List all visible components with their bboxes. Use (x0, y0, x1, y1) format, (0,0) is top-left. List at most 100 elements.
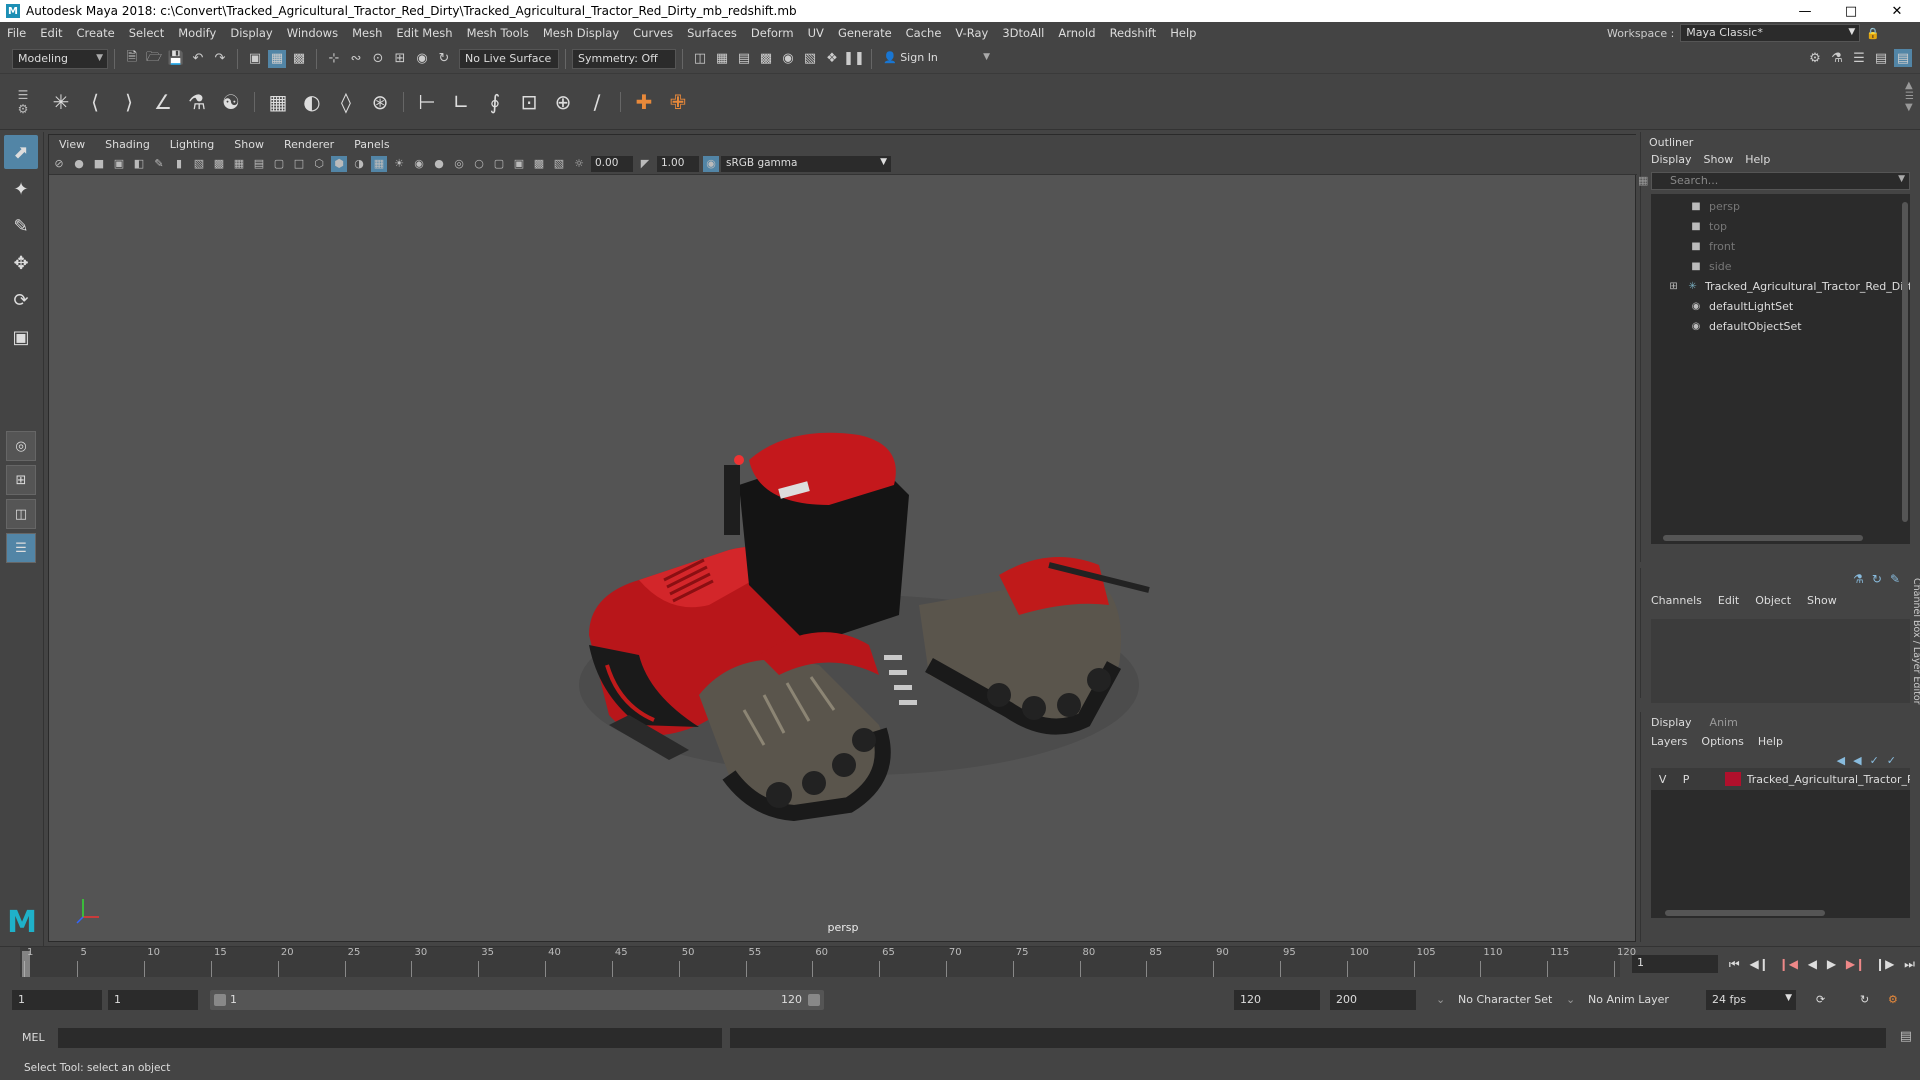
modeling-toolkit-icon[interactable]: ⚙ (1806, 49, 1824, 67)
new-layer-icon[interactable]: ✓ (1887, 754, 1896, 767)
textured-icon[interactable]: ▦ (371, 155, 387, 172)
render-setup-icon[interactable]: ▧ (801, 50, 819, 68)
wireframe-icon[interactable]: ⬡ (311, 156, 327, 172)
channel-edit-icon[interactable]: ✎ (1890, 572, 1900, 586)
go-to-start-icon[interactable]: ⏮ (1729, 957, 1740, 972)
menu-arnold[interactable]: Arnold (1051, 26, 1102, 40)
select-object-icon[interactable]: ▦ (268, 49, 286, 68)
current-frame-field[interactable]: 1 (1632, 955, 1718, 973)
shadows-icon[interactable]: ☀ (391, 156, 407, 172)
sign-in-dropdown[interactable]: 👤 Sign In ▼ (878, 48, 994, 69)
snap-grid-icon[interactable]: ⊹ (325, 50, 343, 68)
remove-locator-icon[interactable]: ✙ (663, 87, 693, 117)
menu-vray[interactable]: V-Ray (948, 26, 995, 40)
animation-prefs-icon[interactable]: ⚙ (1888, 993, 1898, 1006)
play-backwards-icon[interactable]: ◀ (1808, 957, 1817, 971)
workspace-dropdown[interactable]: Maya Classic* ▼ (1680, 24, 1861, 42)
smooth-shade-icon[interactable]: ⬢ (331, 155, 347, 172)
outliner-menu-help[interactable]: Help (1745, 153, 1770, 166)
render-current-icon[interactable]: ▦ (713, 50, 731, 68)
viewport-menu-panels[interactable]: Panels (344, 138, 399, 151)
animation-end-field[interactable]: 200 (1330, 990, 1416, 1010)
channels-menu-channels[interactable]: Channels (1651, 594, 1702, 607)
channel-box-icon[interactable]: ▤ (1894, 49, 1912, 67)
field-chart-icon[interactable]: ▤ (251, 156, 267, 172)
outliner-layout-icon[interactable]: ☰ (6, 533, 36, 563)
script-editor-icon[interactable]: ▤ (1900, 1029, 1912, 1044)
point-constraint-icon[interactable]: ∟ (446, 87, 476, 117)
save-scene-icon[interactable]: 💾 (167, 50, 185, 68)
outliner-horizontal-scrollbar[interactable] (1651, 534, 1911, 542)
snap-toggle-icon[interactable]: ↻ (435, 50, 453, 68)
command-language-label[interactable]: MEL (22, 1031, 45, 1044)
human-ik-icon[interactable]: ☯ (216, 87, 246, 117)
time-ruler[interactable]: 1 5 10 15 20 25 30 35 40 45 50 55 60 65 70 75 80 85 90 95 10… (20, 947, 1636, 977)
ambient-occlusion-icon[interactable]: ◉ (411, 156, 427, 172)
outliner-menu-show[interactable]: Show (1704, 153, 1734, 166)
pole-vector-icon[interactable]: ∕ (582, 87, 612, 117)
channel-key-icon[interactable]: ⚗ (1853, 572, 1864, 586)
ik-spline-icon[interactable]: ⟩ (114, 87, 144, 117)
menu-3dtoall[interactable]: 3DtoAll (995, 26, 1051, 40)
xray-joints-icon[interactable]: ▧ (551, 156, 567, 172)
menu-curves[interactable]: Curves (626, 26, 680, 40)
film-gate-icon[interactable]: ▧ (191, 156, 207, 172)
move-layer-up-icon[interactable]: ◀ (1837, 754, 1845, 767)
step-back-frame-icon[interactable]: ◀❙ (1750, 957, 1769, 971)
default-lighting-icon[interactable]: ◑ (351, 156, 367, 172)
quick-rig-icon[interactable]: ⚗ (182, 87, 212, 117)
range-slider[interactable]: 1 120 (210, 990, 824, 1010)
layer-menu-layers[interactable]: Layers (1651, 735, 1687, 748)
outliner-item-default-object-set[interactable]: ◉ defaultObjectSet (1651, 316, 1910, 336)
menu-help[interactable]: Help (1163, 26, 1203, 40)
redo-icon[interactable]: ↷ (211, 50, 229, 68)
single-view-layout-icon[interactable]: ◎ (6, 431, 36, 461)
select-tool-icon[interactable]: ⬈ (4, 135, 38, 169)
menu-windows[interactable]: Windows (280, 26, 345, 40)
character-icon[interactable]: ⚗ (1828, 49, 1846, 67)
new-layer-selected-icon[interactable]: ✓ (1870, 754, 1879, 767)
paint-weights-icon[interactable]: ◐ (297, 87, 327, 117)
outliner-item-default-light-set[interactable]: ◉ defaultLightSet (1651, 296, 1910, 316)
exposure-field[interactable]: 0.00 (591, 155, 633, 172)
menu-uv[interactable]: UV (801, 26, 831, 40)
parent-constraint-icon[interactable]: ⊢ (412, 87, 442, 117)
anim-layer-label[interactable]: No Anim Layer (1588, 993, 1669, 1006)
channel-box-side-tab[interactable]: Channel Box / Layer Editor (1908, 578, 1920, 728)
chevron-down-icon[interactable]: ⌄ (1566, 993, 1575, 1006)
safe-title-icon[interactable]: □ (291, 156, 307, 172)
outliner-item-mesh[interactable]: ⊞ ✳ Tracked_Agricultural_Tractor_Red_Dir… (1651, 276, 1910, 296)
anti-aliasing-icon[interactable]: ◎ (451, 156, 467, 172)
exposure-icon[interactable]: ☼ (571, 156, 587, 172)
go-to-end-icon[interactable]: ⏭ (1904, 957, 1915, 972)
viewport-menu-view[interactable]: View (49, 138, 95, 151)
deformer-lattice-icon[interactable]: ◊ (331, 87, 361, 117)
bookmark-icon[interactable]: ■ (91, 156, 107, 172)
range-start-handle[interactable] (214, 994, 226, 1006)
grease-pencil-icon[interactable]: ✎ (151, 156, 167, 172)
range-end-handle[interactable] (808, 994, 820, 1006)
scale-constraint-icon[interactable]: ⊡ (514, 87, 544, 117)
menu-mesh-tools[interactable]: Mesh Tools (460, 26, 536, 40)
play-forwards-icon[interactable]: ▶ (1827, 957, 1836, 971)
live-surface-field[interactable]: No Live Surface (459, 48, 559, 69)
maximize-icon[interactable]: □ (1828, 0, 1874, 22)
viewport-menu-renderer[interactable]: Renderer (274, 138, 344, 151)
menu-surfaces[interactable]: Surfaces (680, 26, 744, 40)
menu-mesh-display[interactable]: Mesh Display (536, 26, 626, 40)
character-set-label[interactable]: No Character Set (1458, 993, 1552, 1006)
snap-view-plane-icon[interactable]: ⊞ (391, 50, 409, 68)
step-forward-frame-icon[interactable]: ❙▶ (1875, 957, 1894, 971)
close-icon[interactable]: ✕ (1874, 0, 1920, 22)
tab-anim[interactable]: Anim (1710, 716, 1738, 729)
layer-row[interactable]: V P Tracked_Agricultural_Tractor_R (1651, 768, 1910, 790)
move-tool-icon[interactable]: ✥ (4, 246, 38, 280)
two-view-layout-icon[interactable]: ◫ (6, 499, 36, 529)
menuset-dropdown[interactable]: Modeling ▼ (12, 48, 108, 69)
chevron-down-icon[interactable]: ⌄ (1436, 993, 1445, 1006)
channel-sync-icon[interactable]: ↻ (1872, 572, 1882, 586)
lasso-tool-icon[interactable]: ✦ (4, 172, 38, 206)
layer-color-swatch[interactable] (1725, 772, 1741, 786)
menu-cache[interactable]: Cache (899, 26, 949, 40)
shelf-scroll-up-icon[interactable]: ▲ (1905, 80, 1914, 91)
